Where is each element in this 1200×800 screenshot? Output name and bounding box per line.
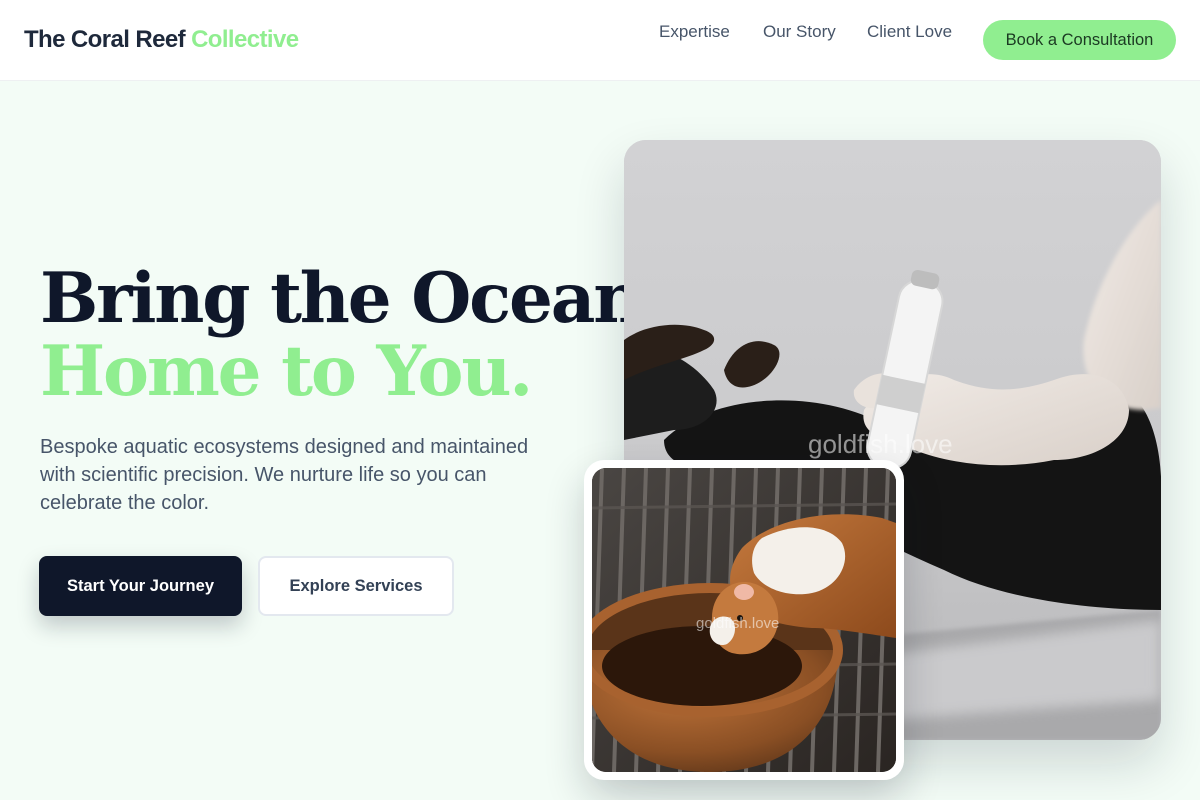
hero-headline-line1: Bring the Ocean [40, 258, 643, 339]
nav-link-our-story[interactable]: Our Story [763, 22, 836, 42]
hero-description: Bespoke aquatic ecosystems designed and … [40, 436, 529, 514]
hero-headline: Bring the Ocean Home to You. [40, 258, 643, 412]
logo-accent-text: Collective [191, 26, 299, 53]
book-consultation-button[interactable]: Book a Consultation [983, 20, 1176, 60]
large-image-watermark: goldfish.love [808, 429, 953, 459]
site-logo[interactable]: The Coral Reef Collective [24, 26, 299, 54]
site-header: The Coral Reef Collective Expertise Our … [0, 0, 1200, 81]
logo-main-text: The Coral Reef [24, 26, 186, 53]
start-journey-button[interactable]: Start Your Journey [39, 556, 242, 616]
nav-link-expertise[interactable]: Expertise [659, 22, 730, 42]
guinea-pig-photo-illustration: goldfish.love [592, 468, 896, 772]
hero-image-frame-guinea-pig: goldfish.love [584, 460, 904, 780]
hero-headline-line2: Home to You. [40, 331, 533, 412]
hero-image-guinea-pig: goldfish.love [592, 468, 896, 772]
explore-services-button[interactable]: Explore Services [258, 556, 454, 616]
nav-link-client-love[interactable]: Client Love [867, 22, 952, 42]
small-image-watermark: goldfish.love [696, 615, 779, 632]
